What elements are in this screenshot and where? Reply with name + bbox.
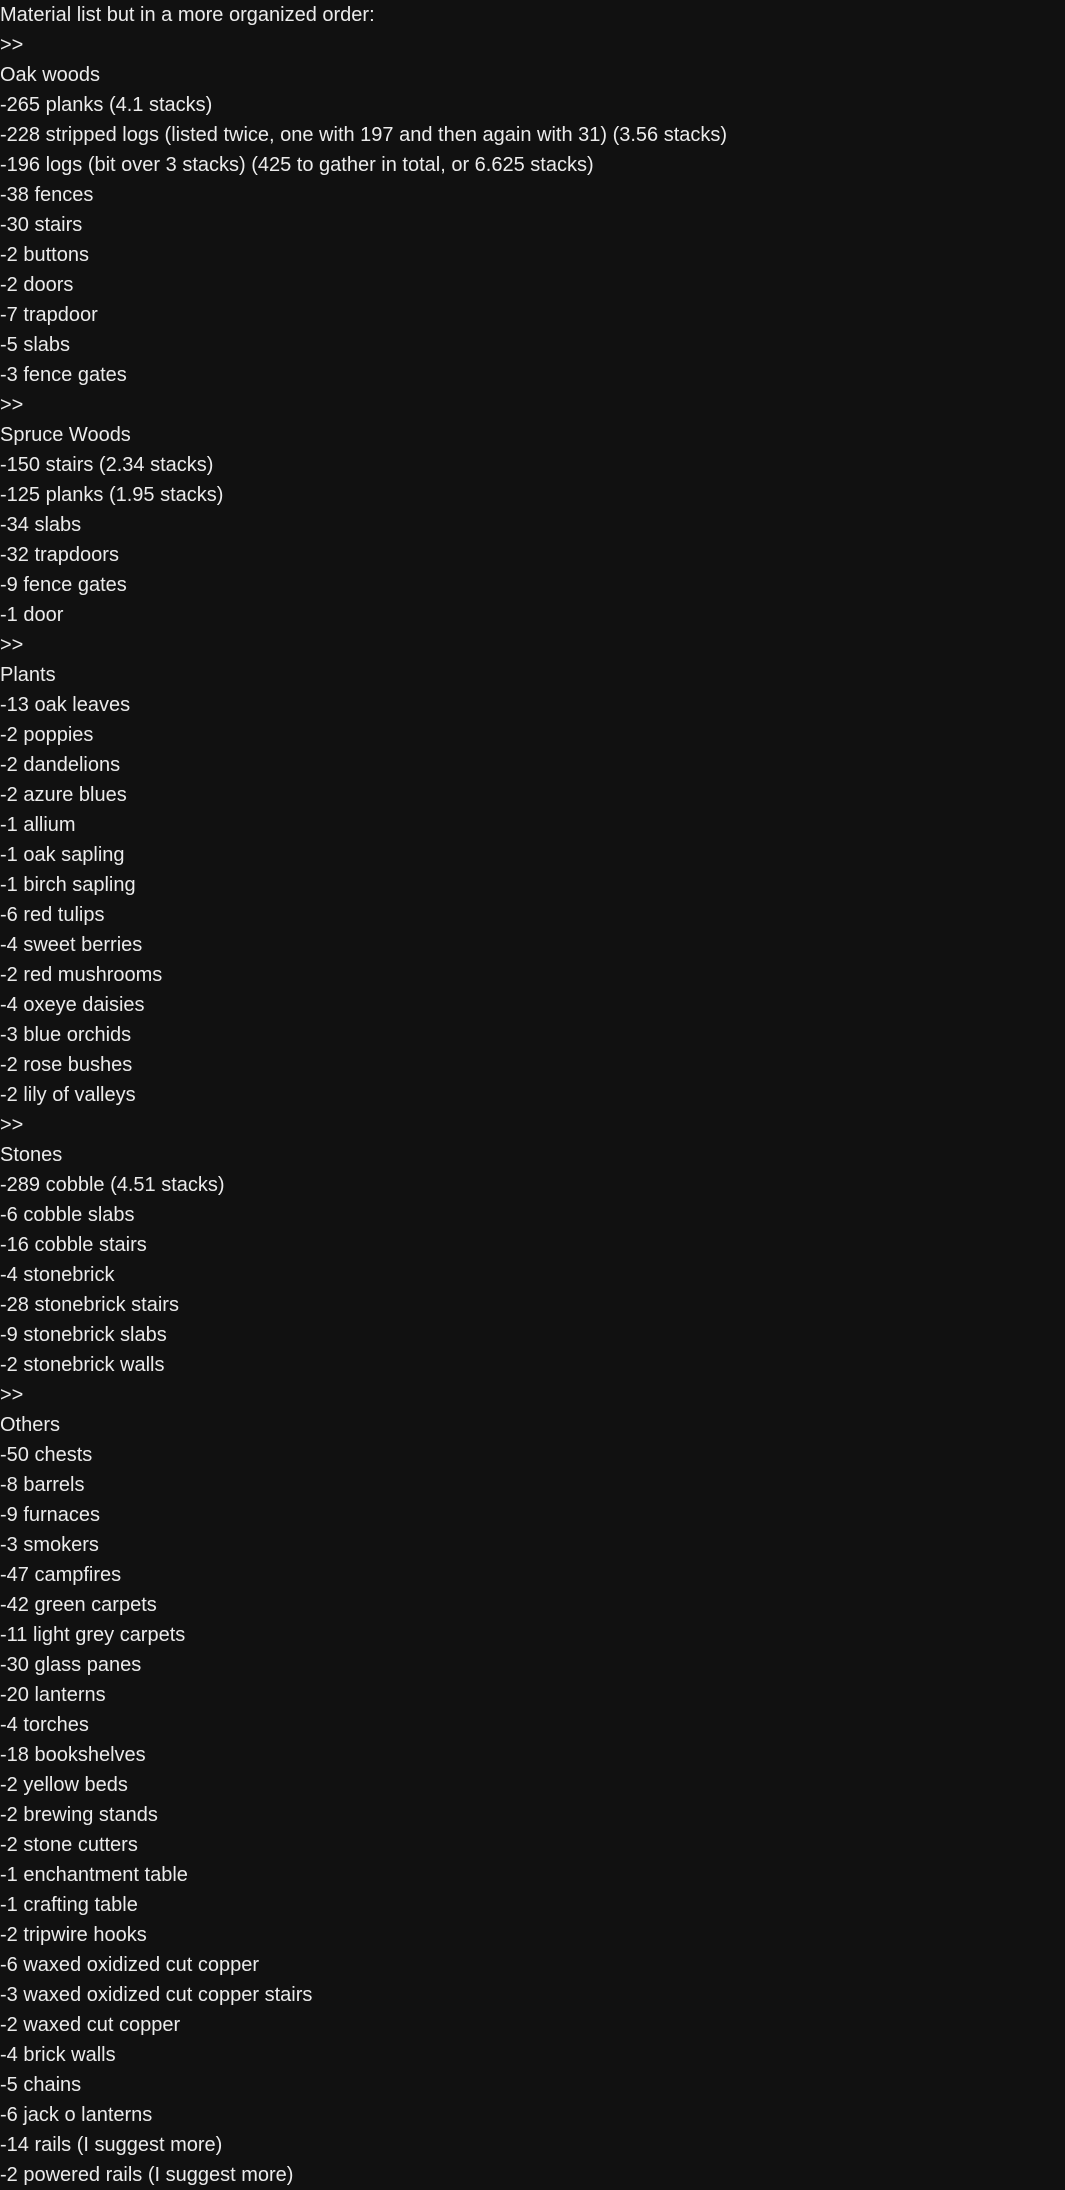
list-item: -2 lily of valleys (0, 1084, 136, 1106)
list-item: -38 fences (0, 184, 94, 206)
list-item: -30 stairs (0, 214, 83, 236)
list-item: -4 brick walls (0, 2044, 116, 2066)
list-item: -30 glass panes (0, 1654, 142, 1676)
list-item: -4 sweet berries (0, 934, 143, 956)
list-item: -2 yellow beds (0, 1774, 128, 1796)
list-item: -2 waxed cut copper (0, 2014, 181, 2036)
list-item: -2 tripwire hooks (0, 1924, 147, 1946)
list-item: -13 oak leaves (0, 694, 131, 716)
list-item: -14 rails (I suggest more) (0, 2134, 223, 2156)
list-item: -18 bookshelves (0, 1744, 146, 1766)
list-item: -3 blue orchids (0, 1024, 132, 1046)
list-item: -11 light grey carpets (0, 1624, 186, 1646)
section-heading: Others (0, 1414, 61, 1436)
list-item: -1 door (0, 604, 64, 626)
list-item: -2 stone cutters (0, 1834, 138, 1856)
list-item: -9 stonebrick slabs (0, 1324, 167, 1346)
section-heading: Stones (0, 1144, 63, 1166)
list-item: -34 slabs (0, 514, 82, 536)
page-title: Material list but in a more organized or… (0, 4, 375, 26)
material-list-document: Material list but in a more organized or… (0, 0, 1065, 2190)
section-heading: Oak woods (0, 64, 101, 86)
list-item: -28 stonebrick stairs (0, 1294, 179, 1316)
list-item: -4 stonebrick (0, 1264, 115, 1286)
list-item: -228 stripped logs (listed twice, one wi… (0, 124, 728, 146)
section-heading: Spruce Woods (0, 424, 131, 446)
section-separator: >> (0, 34, 24, 56)
section-heading: Plants (0, 664, 56, 686)
list-item: -9 furnaces (0, 1504, 101, 1526)
list-item: -2 red mushrooms (0, 964, 163, 986)
section-separator: >> (0, 634, 24, 656)
list-item: -20 lanterns (0, 1684, 106, 1706)
list-item: -4 oxeye daisies (0, 994, 145, 1016)
list-item: -150 stairs (2.34 stacks) (0, 454, 214, 476)
list-item: -1 oak sapling (0, 844, 125, 866)
list-item: -2 rose bushes (0, 1054, 133, 1076)
list-item: -42 green carpets (0, 1594, 157, 1616)
list-item: -196 logs (bit over 3 stacks) (425 to ga… (0, 154, 594, 176)
section-separator: >> (0, 1114, 24, 1136)
list-item: -32 trapdoors (0, 544, 119, 566)
list-item: -47 campfires (0, 1564, 122, 1586)
list-item: -289 cobble (4.51 stacks) (0, 1174, 225, 1196)
list-item: -9 fence gates (0, 574, 127, 596)
list-item: -5 slabs (0, 334, 71, 356)
list-item: -6 cobble slabs (0, 1204, 135, 1226)
list-item: -50 chests (0, 1444, 93, 1466)
list-item: -2 dandelions (0, 754, 121, 776)
list-item: -1 birch sapling (0, 874, 136, 896)
list-item: -16 cobble stairs (0, 1234, 147, 1256)
section-separator: >> (0, 394, 24, 416)
list-item: -1 crafting table (0, 1894, 138, 1916)
list-item: -3 fence gates (0, 364, 127, 386)
list-item: -4 torches (0, 1714, 89, 1736)
list-item: -6 red tulips (0, 904, 105, 926)
list-item: -2 poppies (0, 724, 94, 746)
list-item: -3 waxed oxidized cut copper stairs (0, 1984, 313, 2006)
section-separator: >> (0, 1384, 24, 1406)
list-item: -2 powered rails (I suggest more) (0, 2164, 294, 2186)
list-item: -6 jack o lanterns (0, 2104, 153, 2126)
list-item: -6 waxed oxidized cut copper (0, 1954, 260, 1976)
list-item: -2 azure blues (0, 784, 127, 806)
list-item: -2 brewing stands (0, 1804, 158, 1826)
list-item: -265 planks (4.1 stacks) (0, 94, 213, 116)
list-item: -2 buttons (0, 244, 89, 266)
list-item: -2 doors (0, 274, 74, 296)
list-item: -8 barrels (0, 1474, 85, 1496)
list-item: -5 chains (0, 2074, 82, 2096)
list-item: -2 stonebrick walls (0, 1354, 165, 1376)
list-item: -125 planks (1.95 stacks) (0, 484, 224, 506)
list-item: -7 trapdoor (0, 304, 98, 326)
list-item: -1 enchantment table (0, 1864, 188, 1886)
list-item: -3 smokers (0, 1534, 99, 1556)
list-item: -1 allium (0, 814, 76, 836)
